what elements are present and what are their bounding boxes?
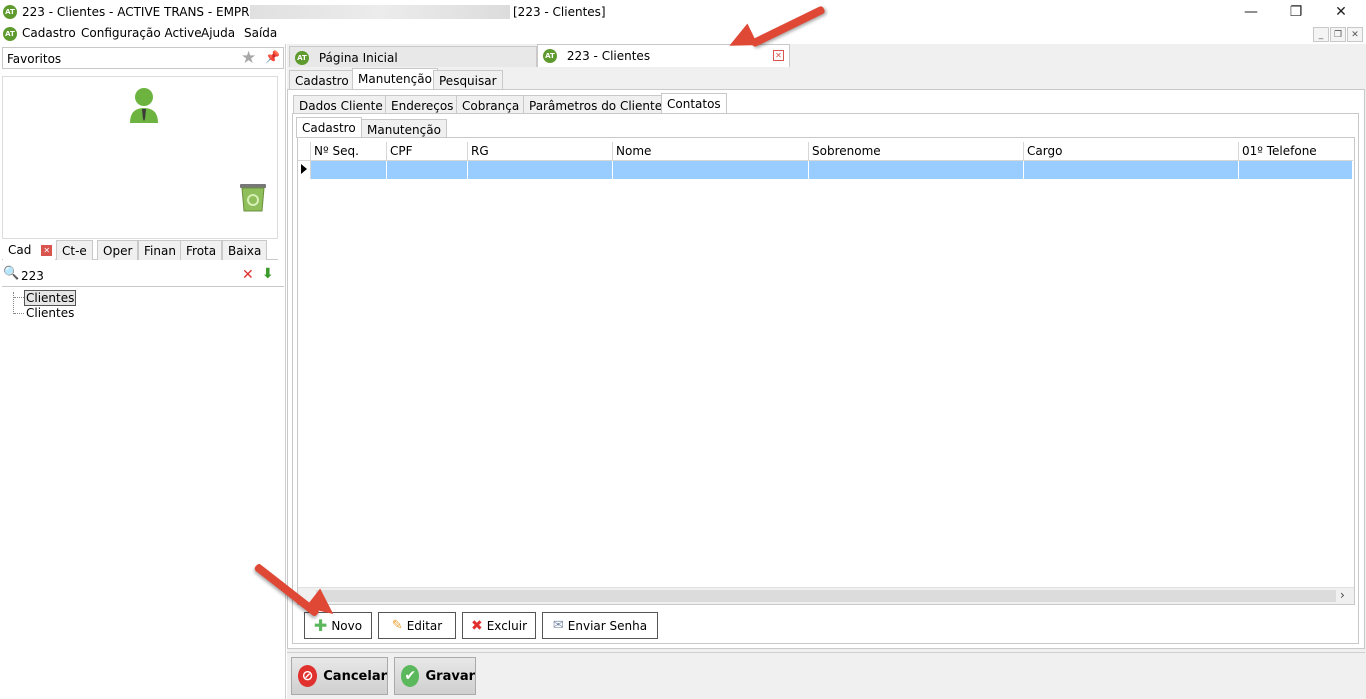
tab-baixa[interactable]: Baixa: [222, 240, 268, 260]
cancelar-label: Cancelar: [323, 668, 387, 684]
tab-cadastro[interactable]: Cadastro: [289, 70, 355, 90]
cancelar-button[interactable]: ⊘ Cancelar: [291, 657, 388, 695]
excluir-label: Excluir: [486, 618, 527, 633]
tab-frota[interactable]: Frota: [180, 240, 223, 260]
tab-contatos[interactable]: Contatos: [661, 93, 727, 114]
tab-manutencao[interactable]: Manutenção: [352, 68, 438, 90]
menu-logo-icon: AT: [3, 27, 17, 41]
tab-finan[interactable]: Finan: [138, 240, 182, 260]
tab-dados-cliente[interactable]: Dados Cliente: [293, 95, 389, 114]
grid-cell[interactable]: [387, 161, 468, 179]
search-input[interactable]: 223: [21, 269, 44, 283]
tree-search-row: 🔍 223 ✕ ⬇: [2, 265, 284, 287]
col-header-seq[interactable]: Nº Seq.: [311, 142, 387, 161]
clear-search-icon[interactable]: ✕: [242, 267, 254, 283]
tab-logo-icon: AT: [543, 48, 557, 63]
app-logo-icon: AT: [3, 5, 17, 19]
row-indicator: [298, 161, 311, 179]
gravar-button[interactable]: ✔ Gravar: [394, 657, 476, 695]
scroll-right-icon[interactable]: ›: [1340, 588, 1345, 602]
pencil-icon: ✎: [391, 618, 403, 633]
user-icon[interactable]: [128, 86, 160, 124]
tab-logo-icon: AT: [295, 50, 309, 65]
envelope-icon: ✉: [552, 618, 564, 633]
search-icon: 🔍: [3, 266, 20, 281]
grid-cell[interactable]: [1239, 161, 1353, 179]
contacts-grid: [297, 137, 1355, 605]
editar-button[interactable]: ✎ Editar: [378, 612, 456, 639]
novo-label: Novo: [331, 618, 363, 633]
editar-label: Editar: [406, 618, 443, 633]
cancel-icon: ⊘: [298, 665, 318, 687]
horizontal-scrollbar[interactable]: ›: [298, 587, 1354, 604]
doc-tab-label: Página Inicial: [318, 50, 398, 65]
menu-ajuda[interactable]: Ajuda: [201, 26, 235, 40]
doc-tab-label: 223 - Clientes: [566, 48, 651, 63]
col-header-cargo[interactable]: Cargo: [1024, 142, 1239, 161]
row-header-corner: [298, 142, 311, 161]
grid-cell[interactable]: [809, 161, 1024, 179]
enviar-senha-button[interactable]: ✉ Enviar Senha: [542, 612, 658, 639]
tree-branch: [14, 313, 24, 314]
col-header-telefone[interactable]: 01º Telefone: [1239, 142, 1353, 161]
tab-cad[interactable]: Cad ✕: [3, 240, 55, 261]
gravar-label: Gravar: [425, 668, 475, 684]
recycle-bin-icon[interactable]: [237, 180, 269, 212]
grid-cell[interactable]: [1024, 161, 1239, 179]
tree-line: [13, 292, 14, 314]
tab-inner-manutencao[interactable]: Manutenção: [361, 119, 447, 138]
tree-item-clientes-selected[interactable]: Clientes: [24, 290, 77, 306]
window-title-suffix: [223 - Clientes]: [513, 5, 606, 19]
tab-cobranca[interactable]: Cobrança: [456, 95, 526, 114]
restore-button[interactable]: ❐: [1273, 0, 1319, 24]
scrollbar-thumb[interactable]: [316, 590, 1336, 602]
excluir-button[interactable]: ✖ Excluir: [462, 612, 536, 639]
current-row-arrow-icon: [301, 164, 307, 174]
favorites-header: Favoritos ★ 📌: [2, 47, 284, 69]
go-arrow-icon[interactable]: ⬇: [262, 266, 274, 282]
menu-bar: AT Cadastro Configuração Active Ajuda Sa…: [0, 24, 1366, 44]
menu-cadastro[interactable]: Cadastro: [22, 26, 76, 40]
favorites-label: Favoritos: [7, 52, 62, 66]
col-header-rg[interactable]: RG: [468, 142, 613, 161]
close-button[interactable]: ✕: [1318, 0, 1364, 24]
tab-inner-cadastro[interactable]: Cadastro: [296, 117, 362, 138]
tree-branch: [14, 297, 24, 298]
mdi-minimize-button[interactable]: _: [1313, 27, 1329, 42]
star-icon[interactable]: ★: [241, 48, 256, 68]
delete-x-icon: ✖: [470, 617, 483, 634]
grid-cell[interactable]: [311, 161, 387, 179]
minimize-button[interactable]: —: [1228, 0, 1274, 24]
doc-tab-pagina-inicial[interactable]: AT Página Inicial: [289, 46, 537, 67]
menu-saida[interactable]: Saída: [244, 26, 277, 40]
tab-oper[interactable]: Oper: [97, 240, 139, 260]
grid-cell[interactable]: [468, 161, 613, 179]
col-header-nome[interactable]: Nome: [613, 142, 809, 161]
close-tab-icon[interactable]: ✕: [41, 245, 53, 256]
tab-cad-label: Cad: [8, 243, 32, 257]
enviar-senha-label: Enviar Senha: [567, 618, 648, 633]
check-icon: ✔: [401, 665, 420, 687]
redacted-company-block: [250, 5, 510, 19]
menu-configuracao-active[interactable]: Configuração Active: [81, 26, 202, 40]
tab-parametros-cliente[interactable]: Parâmetros do Cliente: [523, 95, 669, 114]
tree-item-clientes[interactable]: Clientes: [26, 306, 74, 320]
tab-enderecos[interactable]: Endereços: [385, 95, 460, 114]
tab-cte[interactable]: Ct-e: [56, 240, 93, 260]
close-doc-tab-icon[interactable]: ✕: [773, 50, 784, 61]
col-header-sobrenome[interactable]: Sobrenome: [809, 142, 1024, 161]
grid-cell[interactable]: [613, 161, 809, 179]
pin-icon[interactable]: 📌: [265, 50, 280, 64]
tab-pesquisar[interactable]: Pesquisar: [433, 70, 503, 90]
window-title: 223 - Clientes - ACTIVE TRANS - EMPRESA:: [22, 5, 277, 19]
mdi-close-button[interactable]: ✕: [1347, 27, 1363, 42]
col-header-cpf[interactable]: CPF: [387, 142, 468, 161]
title-bar: AT 223 - Clientes - ACTIVE TRANS - EMPRE…: [0, 0, 1366, 24]
mdi-restore-button[interactable]: ❐: [1330, 27, 1346, 42]
